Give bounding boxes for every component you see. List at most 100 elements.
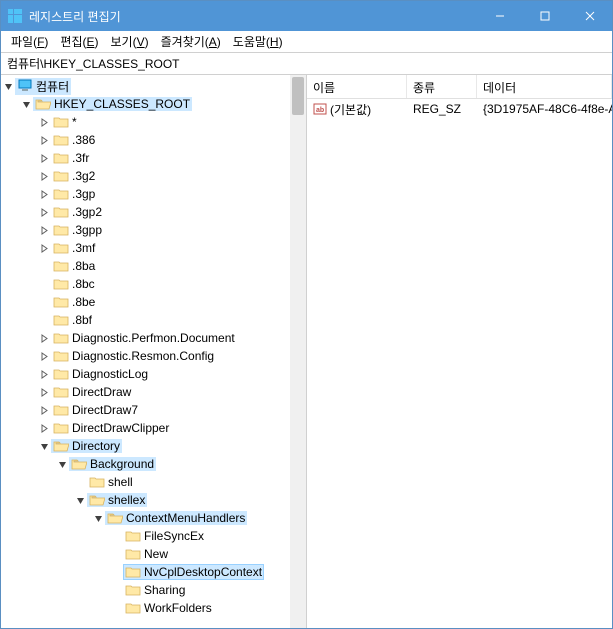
list-header: 이름 종류 데이터 [307,75,612,99]
expander-icon[interactable] [91,511,105,525]
tree-item[interactable]: .3mf [1,239,306,257]
value-name: (기본값) [330,101,371,118]
folder-icon [53,133,69,147]
tree-item[interactable]: .3fr [1,149,306,167]
menu-help[interactable]: 도움말(H) [227,31,289,52]
menu-file[interactable]: 파일(F) [5,31,54,52]
tree-item[interactable]: .8ba [1,257,306,275]
tree-item[interactable]: DiagnosticLog [1,365,306,383]
folder-icon [89,475,105,489]
expander-icon[interactable] [55,457,69,471]
tree-computer[interactable]: 컴퓨터 [1,77,306,95]
tree-item-label: DirectDraw7 [72,403,138,417]
tree-item-label: WorkFolders [144,601,212,615]
tree-item[interactable]: .8be [1,293,306,311]
expander-icon[interactable] [37,115,51,129]
expander-icon[interactable] [37,223,51,237]
tree-item[interactable]: DirectDraw7 [1,401,306,419]
folder-icon [53,331,69,345]
tree-contextmenuhandlers[interactable]: ContextMenuHandlers [1,509,306,527]
header-type[interactable]: 종류 [407,75,477,98]
minimize-button[interactable] [477,1,522,31]
tree-hkcr[interactable]: HKEY_CLASSES_ROOT [1,95,306,113]
list-row[interactable]: ab (기본값) REG_SZ {3D1975AF-48C6-4f8e-A1 [307,99,612,119]
folder-icon [125,565,141,579]
expander-icon[interactable] [37,403,51,417]
tree-item-label: FileSyncEx [144,529,204,543]
tree-item[interactable]: .386 [1,131,306,149]
tree-item-label: .8ba [72,259,95,273]
expander-icon[interactable] [37,439,51,453]
tree-item[interactable]: New [1,545,306,563]
expander-icon[interactable] [37,385,51,399]
folder-icon [53,349,69,363]
close-button[interactable] [567,1,612,31]
tree-item[interactable]: .3gpp [1,221,306,239]
tree-item-label: DirectDrawClipper [72,421,169,435]
header-data[interactable]: 데이터 [477,75,612,98]
tree-item-label: Directory [72,439,120,453]
tree-item-label: shellex [108,493,145,507]
tree-item[interactable]: .8bf [1,311,306,329]
address-text: 컴퓨터\HKEY_CLASSES_ROOT [7,55,180,72]
tree-background[interactable]: Background [1,455,306,473]
value-data: {3D1975AF-48C6-4f8e-A1 [477,100,612,118]
tree-item[interactable]: DirectDraw [1,383,306,401]
tree-item[interactable]: .3gp [1,185,306,203]
folder-icon [53,205,69,219]
tree-item[interactable]: NvCplDesktopContext [1,563,306,581]
tree-item-label: DirectDraw [72,385,131,399]
folder-icon [71,457,87,471]
folder-icon [53,259,69,273]
expander-icon[interactable] [37,367,51,381]
address-bar[interactable]: 컴퓨터\HKEY_CLASSES_ROOT [1,53,612,75]
expander-icon[interactable] [37,331,51,345]
menu-view[interactable]: 보기(V) [105,31,155,52]
expander-icon[interactable] [37,169,51,183]
menu-edit[interactable]: 편집(E) [54,31,104,52]
tree-item[interactable]: WorkFolders [1,599,306,617]
tree-item[interactable]: .3g2 [1,167,306,185]
folder-icon [89,493,105,507]
expander-icon[interactable] [37,187,51,201]
tree-item[interactable]: DirectDrawClipper [1,419,306,437]
expander-icon[interactable] [37,349,51,363]
tree-directory[interactable]: Directory [1,437,306,455]
expander-icon[interactable] [19,97,33,111]
tree-item[interactable]: Diagnostic.Resmon.Config [1,347,306,365]
tree-item-label: HKEY_CLASSES_ROOT [54,97,190,111]
header-name[interactable]: 이름 [307,75,407,98]
folder-icon [53,439,69,453]
tree-pane[interactable]: 컴퓨터HKEY_CLASSES_ROOT*.386.3fr.3g2.3gp.3g… [1,75,307,628]
tree-item-label: NvCplDesktopContext [144,565,262,579]
expander-icon[interactable] [37,241,51,255]
menu-favorites[interactable]: 즐겨찾기(A) [155,31,227,52]
expander-icon[interactable] [37,151,51,165]
tree-item[interactable]: Sharing [1,581,306,599]
tree-shell[interactable]: shell [1,473,306,491]
tree-item[interactable]: Diagnostic.Perfmon.Document [1,329,306,347]
list-pane[interactable]: 이름 종류 데이터 ab (기본값) REG_SZ {3D1975AF-48C6… [307,75,612,628]
expander-icon[interactable] [73,493,87,507]
tree-item-label: .3g2 [72,169,95,183]
expander-icon[interactable] [1,79,15,93]
tree-item[interactable]: FileSyncEx [1,527,306,545]
folder-icon [35,97,51,111]
expander-icon[interactable] [37,133,51,147]
string-value-icon: ab [313,102,327,116]
tree-item[interactable]: .3gp2 [1,203,306,221]
folder-icon [107,511,123,525]
folder-icon [53,313,69,327]
expander-icon[interactable] [37,205,51,219]
tree-scrollbar[interactable] [290,75,306,628]
folder-icon [53,295,69,309]
titlebar[interactable]: 레지스트리 편집기 [1,1,612,31]
maximize-button[interactable] [522,1,567,31]
tree-shellex[interactable]: shellex [1,491,306,509]
expander-icon[interactable] [37,421,51,435]
scrollbar-thumb[interactable] [292,77,304,115]
menubar: 파일(F) 편집(E) 보기(V) 즐겨찾기(A) 도움말(H) [1,31,612,53]
tree-item[interactable]: * [1,113,306,131]
folder-icon [53,223,69,237]
tree-item[interactable]: .8bc [1,275,306,293]
